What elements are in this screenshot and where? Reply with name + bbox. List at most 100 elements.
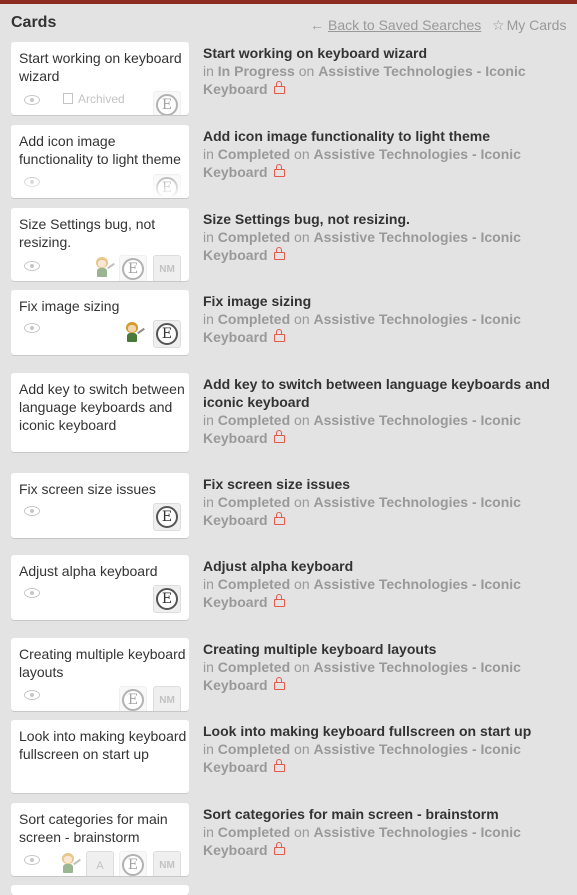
list-name[interactable]: In Progress — [218, 63, 295, 79]
back-to-saved-searches-link[interactable]: ← Back to Saved Searches — [310, 17, 481, 33]
card-tile[interactable]: Adjust alpha keyboard E — [11, 555, 189, 620]
card-tile-title: Add icon image functionality to light th… — [19, 133, 181, 167]
on-text: on — [294, 576, 310, 592]
member-avatar[interactable]: E — [153, 91, 181, 115]
eye-icon — [24, 95, 40, 105]
my-cards-link[interactable]: ☆ My Cards — [492, 17, 566, 34]
member-avatar[interactable] — [119, 320, 147, 348]
card-tile[interactable]: Fix image sizing E — [11, 290, 189, 355]
card-tile[interactable]: Creating multiple keyboard layouts E NM — [11, 638, 189, 711]
card-tile[interactable] — [11, 885, 189, 895]
board-name[interactable]: Assistive Technologies - Iconic — [314, 311, 521, 327]
list-name[interactable]: Completed — [218, 741, 290, 757]
member-avatar[interactable]: E — [153, 320, 181, 348]
member-initials-avatar[interactable]: NM — [153, 686, 181, 711]
list-name[interactable]: Completed — [218, 311, 290, 327]
member-avatar[interactable] — [55, 851, 83, 876]
eye-icon — [24, 588, 40, 598]
card-info-title[interactable]: Creating multiple keyboard layouts — [203, 640, 573, 658]
card-info-title[interactable]: Fix image sizing — [203, 292, 573, 310]
result-row: Start working on keyboard wizard Archive… — [0, 42, 577, 125]
card-info-title[interactable]: Add icon image functionality to light th… — [203, 127, 573, 145]
card-location: in Completed on Assistive Technologies -… — [203, 823, 573, 859]
card-info: Fix image sizing in Completed on Assisti… — [203, 292, 573, 346]
member-initials-avatar[interactable]: A — [86, 851, 114, 876]
lock-icon — [273, 842, 285, 855]
list-name[interactable]: Completed — [218, 659, 290, 675]
lock-icon — [273, 81, 285, 94]
on-text: on — [294, 741, 310, 757]
list-name[interactable]: Completed — [218, 229, 290, 245]
card-fade — [11, 428, 189, 452]
card-fade — [11, 174, 189, 198]
member-avatar[interactable]: E — [119, 686, 147, 711]
card-info-title[interactable]: Fix screen size issues — [203, 475, 573, 493]
in-text: in — [203, 494, 214, 510]
card-tile[interactable]: Look into making keyboard fullscreen on … — [11, 720, 189, 793]
board-name-cont[interactable]: Keyboard — [203, 594, 268, 610]
member-avatar[interactable] — [89, 255, 117, 281]
board-name-cont[interactable]: Keyboard — [203, 329, 268, 345]
member-avatar[interactable]: E — [153, 585, 181, 613]
card-tile[interactable]: Add key to switch between language keybo… — [11, 373, 189, 452]
card-tile[interactable]: Start working on keyboard wizard Archive… — [11, 42, 189, 115]
board-name[interactable]: Assistive Technologies - Iconic — [314, 824, 521, 840]
member-avatar[interactable]: E — [119, 255, 147, 281]
list-name[interactable]: Completed — [218, 824, 290, 840]
on-text: on — [294, 229, 310, 245]
card-info: Look into making keyboard fullscreen on … — [203, 722, 573, 776]
lock-icon — [273, 164, 285, 177]
archived-badge: Archived — [63, 92, 125, 106]
board-name-cont[interactable]: Keyboard — [203, 247, 268, 263]
member-avatar[interactable]: E — [153, 503, 181, 531]
card-info: Add icon image functionality to light th… — [203, 127, 573, 181]
board-name[interactable]: Assistive Technologies - Iconic — [314, 741, 521, 757]
board-name[interactable]: Assistive Technologies - Iconic — [314, 229, 521, 245]
member-avatar[interactable]: E — [119, 851, 147, 876]
list-name[interactable]: Completed — [218, 412, 290, 428]
board-name[interactable]: Assistive Technologies - Iconic — [314, 576, 521, 592]
board-name-cont[interactable]: Keyboard — [203, 81, 268, 97]
card-info-title[interactable]: Adjust alpha keyboard — [203, 557, 573, 575]
eye-icon — [24, 690, 40, 700]
arrow-left-icon: ← — [310, 17, 324, 33]
card-location: in Completed on Assistive Technologies -… — [203, 310, 573, 346]
board-name-cont[interactable]: Keyboard — [203, 512, 268, 528]
member-initials-avatar[interactable]: NM — [153, 255, 181, 281]
board-name[interactable]: Assistive Technologies - Iconic — [314, 412, 521, 428]
list-name[interactable]: Completed — [218, 146, 290, 162]
list-name[interactable]: Completed — [218, 494, 290, 510]
board-name-cont[interactable]: Keyboard — [203, 677, 268, 693]
board-name[interactable]: Assistive Technologies - Iconic — [314, 146, 521, 162]
card-tile-title: Fix image sizing — [19, 298, 120, 314]
board-name-cont[interactable]: Keyboard — [203, 430, 268, 446]
board-name-cont[interactable]: Keyboard — [203, 164, 268, 180]
result-row: Fix image sizing E Fix image sizing in C… — [0, 290, 577, 373]
on-text: on — [294, 146, 310, 162]
result-row: Size Settings bug, not resizing. E NM Si… — [0, 208, 577, 290]
archive-icon — [63, 93, 73, 104]
on-text: on — [294, 659, 310, 675]
card-info: Add key to switch between language keybo… — [203, 375, 573, 447]
board-name[interactable]: Assistive Technologies - Iconic — [314, 494, 521, 510]
card-info-title[interactable]: Add key to switch between language keybo… — [203, 375, 573, 411]
card-info-title[interactable]: Start working on keyboard wizard — [203, 44, 573, 62]
card-info-title[interactable]: Size Settings bug, not resizing. — [203, 210, 573, 228]
card-tile[interactable]: Fix screen size issues E — [11, 473, 189, 538]
lock-icon — [273, 677, 285, 690]
result-row: Creating multiple keyboard layouts E NM … — [0, 638, 577, 720]
card-info-title[interactable]: Sort categories for main screen - brains… — [203, 805, 573, 823]
in-text: in — [203, 146, 214, 162]
member-initials-avatar[interactable]: NM — [153, 851, 181, 876]
card-tile[interactable]: Add icon image functionality to light th… — [11, 125, 189, 198]
star-icon: ☆ — [492, 17, 505, 33]
board-name-cont[interactable]: Keyboard — [203, 759, 268, 775]
card-tile[interactable]: Sort categories for main screen - brains… — [11, 803, 189, 876]
card-tile[interactable]: Size Settings bug, not resizing. E NM — [11, 208, 189, 281]
list-name[interactable]: Completed — [218, 576, 290, 592]
card-tile-title: Add key to switch between language keybo… — [19, 381, 185, 433]
card-info-title[interactable]: Look into making keyboard fullscreen on … — [203, 722, 573, 740]
board-name[interactable]: Assistive Technologies - Iconic — [318, 63, 525, 79]
board-name[interactable]: Assistive Technologies - Iconic — [314, 659, 521, 675]
board-name-cont[interactable]: Keyboard — [203, 842, 268, 858]
